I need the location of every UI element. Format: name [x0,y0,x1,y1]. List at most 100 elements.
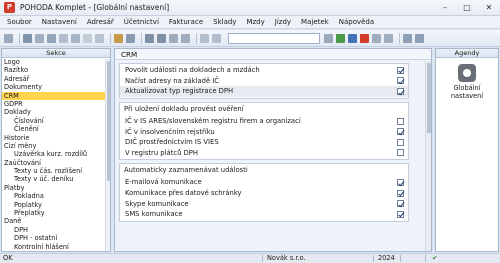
setting-checkbox[interactable] [397,128,404,136]
setting-checkbox[interactable] [397,189,404,197]
sekce-item[interactable]: Číslování [2,117,110,125]
menu-adresar[interactable]: Adresář [82,16,119,28]
customize-icon[interactable] [415,33,424,43]
group-title: Automaticky zaznamenávat události [124,166,248,175]
list-icon[interactable] [372,33,381,43]
blue-document-icon[interactable] [348,33,357,43]
menu-jizdy[interactable]: Jízdy [270,16,296,28]
sekce-item[interactable]: Logo [2,58,110,66]
sekce-item[interactable]: Poplatky [2,201,110,209]
crm-settings-panel: CRM Povolit události na dokladech a mzdá… [114,48,432,252]
copy-icon[interactable] [71,33,80,43]
setting-checkbox[interactable] [397,117,404,125]
sekce-item[interactable]: Zaúčtování [2,159,110,167]
agendy-panel: Agendy Globální nastavení [435,48,499,252]
settings-icon[interactable] [403,33,412,43]
toolbar-separator [141,32,142,44]
window-controls: – □ ✕ [434,0,500,16]
filter-icon[interactable] [200,33,209,43]
setting-checkbox[interactable] [397,200,404,208]
sekce-item[interactable]: Přeplatky [2,209,110,217]
sekce-item[interactable]: DPH [2,226,110,234]
sekce-item[interactable]: Texty v úč. deníku [2,175,110,183]
setting-row: Komunikace přes datové schránky [120,188,408,199]
menu-nastaveni[interactable]: Nastavení [37,16,82,28]
minimize-icon[interactable]: – [434,0,456,16]
delete-icon[interactable] [83,33,92,43]
setting-label: Aktualizovat typ registrace DPH [125,87,234,96]
toolbar-separator [19,32,20,44]
sekce-item[interactable]: Adresář [2,75,110,83]
sekce-item[interactable]: Platby [2,184,110,192]
toolbar-menu-icon[interactable] [4,33,13,43]
red-marker-icon[interactable] [360,33,369,43]
setting-label: Načíst adresy na základě IČ [125,76,220,85]
columns-icon[interactable] [384,33,393,43]
gear-icon [458,64,476,82]
setting-checkbox[interactable] [397,66,404,74]
open-icon[interactable] [23,33,32,43]
folder-icon[interactable] [114,33,123,43]
sekce-item[interactable]: Kontrolní hlášení [2,243,110,251]
search-input[interactable] [228,32,320,44]
sekce-item[interactable]: Razítko [2,66,110,74]
forward-icon[interactable] [157,33,166,43]
menu-napoveda[interactable]: Nápověda [334,16,379,28]
sekce-item[interactable]: Doklady [2,108,110,116]
first-record-icon[interactable] [169,33,178,43]
close-icon[interactable]: ✕ [478,0,500,16]
menu-fakturace[interactable]: Fakturace [164,16,208,28]
setting-checkbox[interactable] [397,178,404,186]
setting-label: IČ v IS ARES/slovenském registru firem a… [125,117,301,126]
print-icon[interactable] [95,33,104,43]
group-title: Při uložení dokladu provést ověření [124,104,244,113]
sekce-tree: Logo Razítko Adresář Dokumenty CRM GDPR Doklad… [2,58,110,251]
tools-icon[interactable] [126,33,135,43]
sekce-item[interactable]: GDPR [2,100,110,108]
main-scrollbar[interactable] [425,61,431,251]
setting-row: Skype komunikace [120,198,408,209]
menu-soubor[interactable]: Soubor [0,16,37,28]
last-record-icon[interactable] [181,33,190,43]
sekce-item[interactable]: Historie [2,134,110,142]
green-flag-icon[interactable] [336,33,345,43]
sekce-item[interactable]: DPH - ostatní [2,234,110,242]
setting-label: IČ v insolvenčním rejstříku [125,127,215,136]
setting-row: IČ v insolvenčním rejstříku [120,126,408,137]
setting-label: V registru plátců DPH [125,148,198,157]
setting-checkbox[interactable] [397,210,404,218]
setting-label: SMS komunikace [125,210,183,219]
save-icon[interactable] [47,33,56,43]
setting-checkbox[interactable] [397,87,404,95]
scrollbar-thumb[interactable] [107,61,110,181]
setting-checkbox[interactable] [397,77,404,85]
agendy-title: Agendy [436,49,498,58]
back-icon[interactable] [145,33,154,43]
scrollbar-thumb[interactable] [427,63,431,133]
edit-icon[interactable] [59,33,68,43]
sekce-item[interactable]: Cizí měny [2,142,110,150]
new-record-icon[interactable] [35,33,44,43]
sekce-item[interactable]: Texty u čás. rozlišení [2,167,110,175]
menu-sklady[interactable]: Sklady [208,16,241,28]
sekce-item[interactable]: Pokladna [2,192,110,200]
menu-mzdy[interactable]: Mzdy [241,16,269,28]
setting-row: DIČ prostřednictvím IS VIES [120,137,408,148]
search-icon[interactable] [324,33,333,43]
sekce-scrollbar[interactable] [105,59,110,251]
sekce-item[interactable]: CRM [2,91,110,100]
maximize-icon[interactable]: □ [456,0,478,16]
sekce-item[interactable]: Dokumenty [2,83,110,91]
setting-checkbox[interactable] [397,149,404,157]
menu-majetek[interactable]: Majetek [296,16,334,28]
sekce-item[interactable]: Uzávěrka kurz. rozdílů [2,150,110,158]
setting-checkbox[interactable] [397,138,404,146]
sekce-item[interactable]: Členění [2,125,110,133]
menu-ucetnictvi[interactable]: Účetnictví [119,16,164,28]
settings-group: Povolit události na dokladech a mzdách Na… [119,63,409,99]
agenda-label: Globální nastavení [450,84,484,100]
agenda-globalni-nastaveni[interactable]: Globální nastavení [438,64,496,100]
sekce-item[interactable]: Daně [2,217,110,225]
sort-icon[interactable] [212,33,221,43]
window-title: POHODA Komplet - [Globální nastavení] [20,3,170,12]
